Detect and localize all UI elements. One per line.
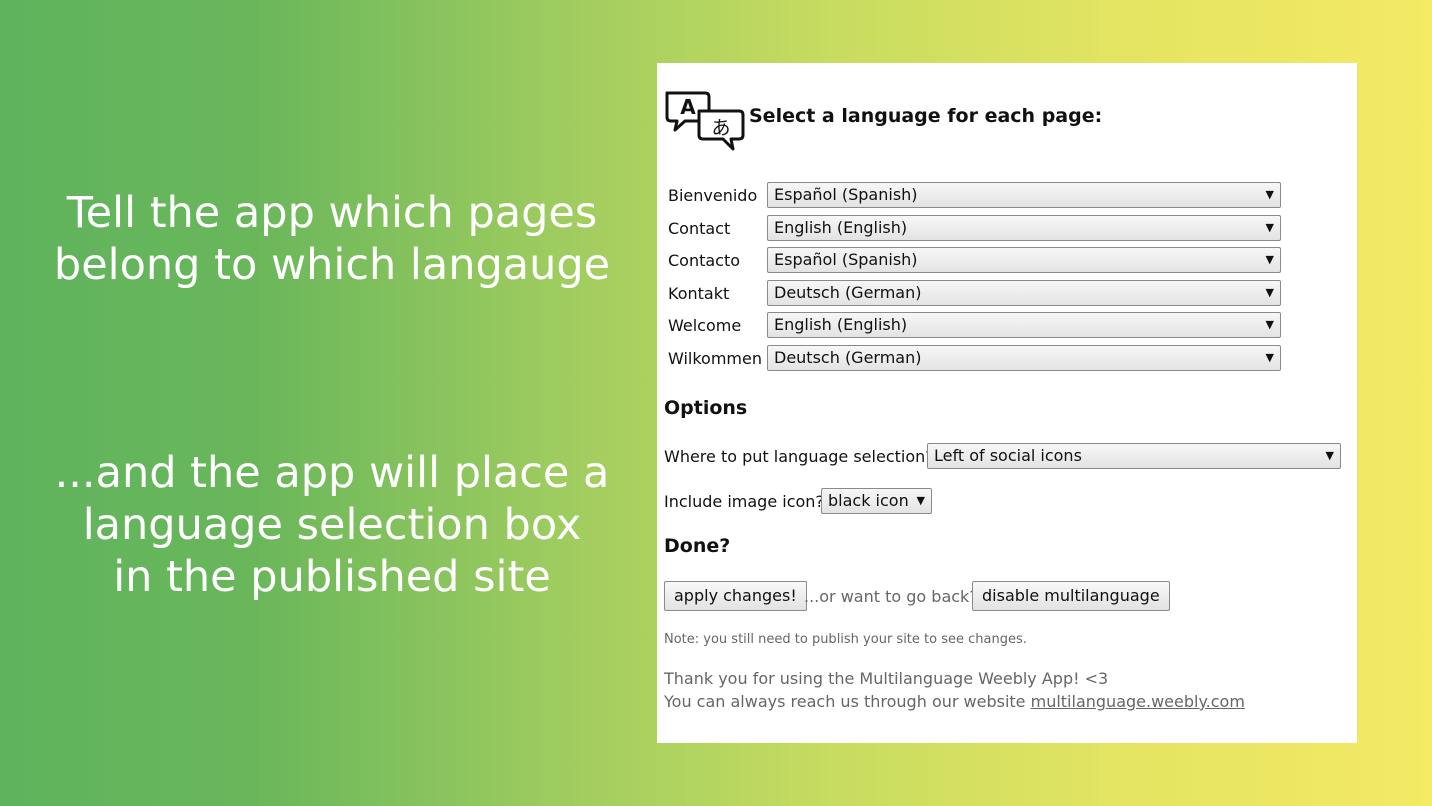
- page-language-select[interactable]: English (English) ▼: [767, 215, 1281, 241]
- select-value: English (English): [774, 218, 908, 237]
- disable-multilanguage-button[interactable]: disable multilanguage: [972, 581, 1170, 611]
- page-language-select[interactable]: English (English) ▼: [767, 312, 1281, 338]
- dropdown-arrow-icon: ▼: [1265, 188, 1274, 201]
- position-label: Where to put language selection?: [664, 447, 934, 466]
- page-name-label: Bienvenido: [668, 186, 758, 205]
- svg-text:あ: あ: [711, 117, 730, 139]
- dropdown-arrow-icon: ▼: [1265, 351, 1274, 364]
- page-name-label: Kontakt: [668, 284, 730, 303]
- options-heading: Options: [664, 397, 748, 419]
- icon-select[interactable]: black icon ▼: [821, 488, 932, 514]
- thanks-text: Thank you for using the Multilanguage We…: [664, 669, 1109, 688]
- page-language-select[interactable]: Español (Spanish) ▼: [767, 182, 1281, 208]
- reach-line: You can always reach us through our webs…: [664, 692, 1245, 711]
- page-language-row: Wilkommen Deutsch (German) ▼: [668, 345, 1288, 371]
- caption-selection-box: ...and the app will place a language sel…: [34, 447, 630, 603]
- dropdown-arrow-icon: ▼: [1265, 221, 1274, 234]
- page-name-label: Contact: [668, 219, 731, 238]
- dropdown-arrow-icon: ▼: [1265, 286, 1274, 299]
- position-select[interactable]: Left of social icons ▼: [927, 443, 1341, 469]
- select-value: Español (Spanish): [774, 250, 918, 269]
- page-language-select[interactable]: Español (Spanish) ▼: [767, 247, 1281, 273]
- reach-text: You can always reach us through our webs…: [664, 692, 1026, 711]
- svg-text:A: A: [680, 95, 696, 119]
- select-value: Deutsch (German): [774, 348, 922, 367]
- dropdown-arrow-icon: ▼: [916, 494, 925, 507]
- caption-line: language selection box: [82, 500, 582, 550]
- app-panel: A あ Select a language for each page: Bie…: [657, 63, 1357, 743]
- select-value: Español (Spanish): [774, 185, 918, 204]
- page-name-label: Welcome: [668, 316, 742, 335]
- dropdown-arrow-icon: ▼: [1265, 253, 1274, 266]
- select-value: Left of social icons: [934, 446, 1082, 465]
- done-heading: Done?: [664, 535, 731, 557]
- page-name-label: Wilkommen: [668, 349, 762, 368]
- select-value: English (English): [774, 315, 908, 334]
- page-language-select[interactable]: Deutsch (German) ▼: [767, 345, 1281, 371]
- page-language-select[interactable]: Deutsch (German) ▼: [767, 280, 1281, 306]
- caption-pages: Tell the app which pages belong to which…: [34, 187, 630, 291]
- caption-line: Tell the app which pages: [66, 188, 598, 238]
- panel-title: Select a language for each page:: [749, 105, 1103, 127]
- dropdown-arrow-icon: ▼: [1265, 318, 1274, 331]
- page-language-row: Welcome English (English) ▼: [668, 312, 1288, 338]
- page-language-row: Bienvenido Español (Spanish) ▼: [668, 182, 1288, 208]
- caption-line: belong to which langauge: [53, 240, 611, 290]
- caption-line: ...and the app will place a: [54, 448, 610, 498]
- select-value: Deutsch (German): [774, 283, 922, 302]
- page-name-label: Contacto: [668, 251, 741, 270]
- page-language-row: Contacto Español (Spanish) ▼: [668, 247, 1288, 273]
- caption-line: in the published site: [113, 552, 551, 602]
- dropdown-arrow-icon: ▼: [1325, 449, 1334, 462]
- select-value: black icon: [828, 491, 909, 510]
- go-back-text: ...or want to go back?: [804, 587, 978, 606]
- icon-label: Include image icon?: [664, 492, 824, 511]
- publish-note: Note: you still need to publish your sit…: [664, 632, 1027, 647]
- page-language-row: Contact English (English) ▼: [668, 215, 1288, 241]
- website-link[interactable]: multilanguage.weebly.com: [1031, 692, 1245, 711]
- apply-changes-button[interactable]: apply changes!: [664, 581, 807, 611]
- language-translate-icon: A あ: [665, 91, 745, 151]
- page-language-row: Kontakt Deutsch (German) ▼: [668, 280, 1288, 306]
